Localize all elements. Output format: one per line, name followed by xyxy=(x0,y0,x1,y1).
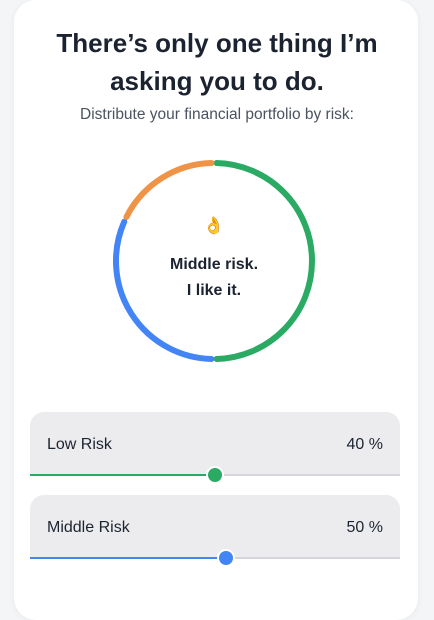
middle-risk-slider-fill xyxy=(30,557,227,559)
middle-risk-slider-panel: Middle Risk 50 % xyxy=(30,495,400,557)
donut-center: 👌 Middle risk. I like it. xyxy=(111,214,317,304)
donut-segment-high-risk xyxy=(123,160,215,220)
middle-risk-slider[interactable] xyxy=(30,551,400,565)
donut-message-line-2: I like it. xyxy=(186,282,242,299)
low-risk-slider[interactable] xyxy=(30,468,400,482)
middle-risk-label: Middle Risk xyxy=(47,519,130,536)
low-risk-slider-thumb[interactable] xyxy=(208,468,222,482)
ok-hand-emoji-icon: 👌 xyxy=(203,216,225,235)
low-risk-slider-fill xyxy=(30,474,215,476)
middle-risk-percent: 50 % xyxy=(346,519,383,536)
page-subtitle: Distribute your financial portfolio by r… xyxy=(80,106,354,123)
low-risk-percent: 40 % xyxy=(346,436,383,453)
page-title: There’s only one thing I’m asking you to… xyxy=(0,24,434,100)
low-risk-slider-panel: Low Risk 40 % xyxy=(30,412,400,474)
middle-risk-slider-thumb[interactable] xyxy=(219,551,234,565)
low-risk-label: Low Risk xyxy=(47,436,112,453)
donut-message-line-1: Middle risk. xyxy=(169,256,259,273)
title-line-2: asking you to do. xyxy=(110,66,324,96)
title-line-1: There’s only one thing I’m xyxy=(56,28,378,58)
